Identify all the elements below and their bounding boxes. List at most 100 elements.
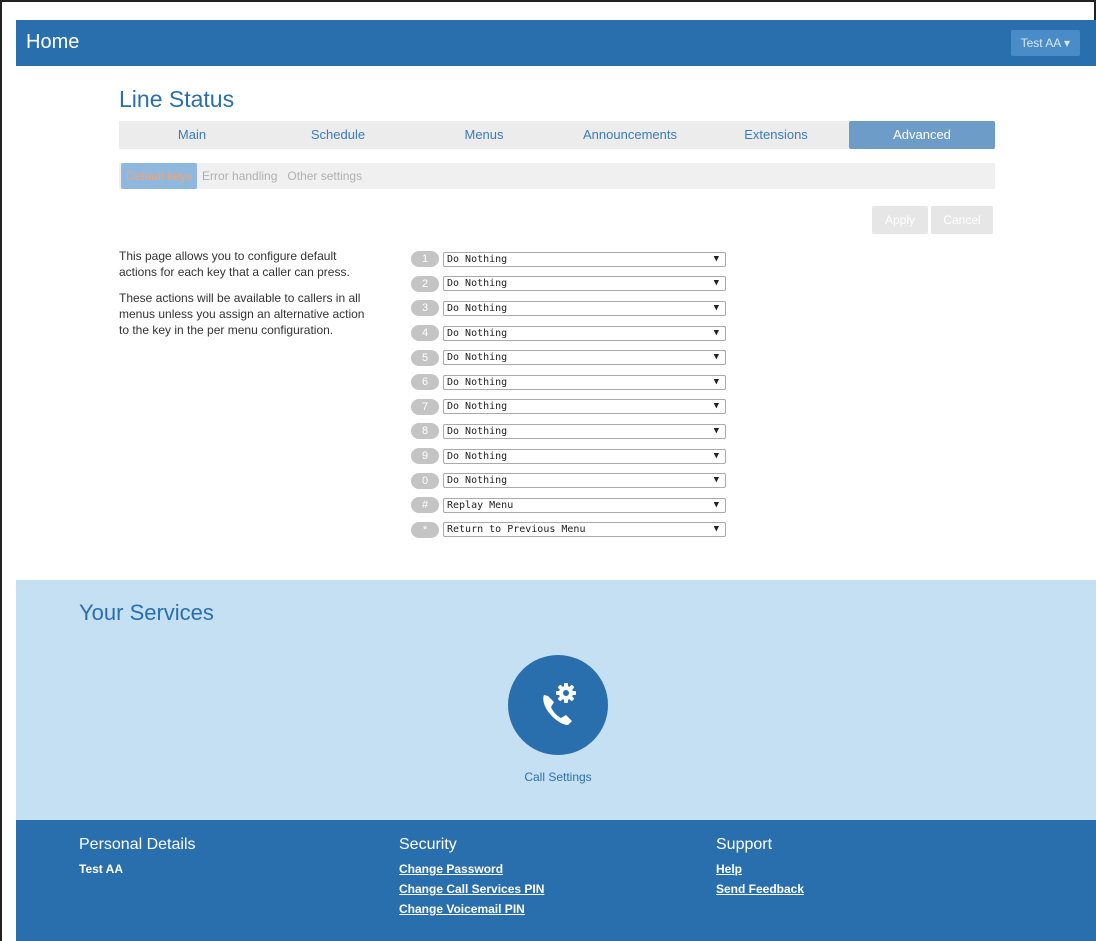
apply-button[interactable]: Apply [872, 206, 928, 234]
footer: Personal Details Test AA Security Change… [16, 820, 1096, 941]
key-action-select[interactable]: Do Nothing ▼ [443, 251, 726, 267]
footer-support: Support Help Send Feedback [716, 836, 804, 902]
subtab-bar: Default keys Error handling Other settin… [119, 163, 995, 189]
key-row: 2 Do Nothing ▼ [411, 272, 726, 297]
key-action-select[interactable]: Do Nothing ▼ [443, 448, 726, 464]
dropdown-arrow-icon: ▼ [713, 253, 719, 264]
key-badge: 4 [411, 325, 439, 342]
key-badge: 3 [411, 300, 439, 317]
subtab-error-handling[interactable]: Error handling [197, 163, 282, 189]
key-action-value: Do Nothing [447, 302, 508, 314]
user-menu-button[interactable]: Test AA ▾ [1010, 30, 1080, 56]
footer-personal-details: Personal Details Test AA [79, 836, 196, 882]
dropdown-arrow-icon: ▼ [713, 352, 719, 363]
key-action-value: Do Nothing [447, 450, 508, 462]
key-action-select[interactable]: Do Nothing ▼ [443, 473, 726, 489]
change-voicemail-pin-link[interactable]: Change Voicemail PIN [399, 902, 544, 916]
description-paragraph: This page allows you to configure defaul… [119, 249, 350, 279]
footer-heading: Personal Details [79, 836, 196, 853]
key-badge: * [411, 521, 439, 538]
key-row: 4 Do Nothing ▼ [411, 321, 726, 346]
description-paragraph: These actions will be available to calle… [119, 291, 365, 337]
services-section: Your Services Call Settings [16, 580, 1096, 820]
dropdown-arrow-icon: ▼ [713, 278, 719, 289]
key-action-value: Do Nothing [447, 475, 508, 487]
key-badge: # [411, 497, 439, 514]
key-action-value: Replay Menu [447, 499, 514, 511]
dropdown-arrow-icon: ▼ [713, 302, 719, 313]
key-row: 7 Do Nothing ▼ [411, 395, 726, 420]
key-row: 6 Do Nothing ▼ [411, 370, 726, 395]
key-badge: 8 [411, 423, 439, 440]
page-title: Line Status [119, 86, 235, 112]
key-row: 8 Do Nothing ▼ [411, 419, 726, 444]
key-badge: 2 [411, 275, 439, 292]
key-action-value: Do Nothing [447, 253, 508, 265]
key-action-select[interactable]: Do Nothing ▼ [443, 399, 726, 415]
dropdown-arrow-icon: ▼ [713, 376, 719, 387]
tab-schedule[interactable]: Schedule [265, 121, 411, 149]
footer-heading: Support [716, 836, 773, 853]
dropdown-arrow-icon: ▼ [713, 450, 719, 461]
key-row: # Replay Menu ▼ [411, 493, 726, 518]
main-content: Line Status Main Schedule Menus Announce… [16, 66, 1096, 580]
tab-menus[interactable]: Menus [411, 121, 557, 149]
dropdown-arrow-icon: ▼ [713, 499, 719, 510]
dropdown-arrow-icon: ▼ [713, 475, 719, 486]
key-badge: 6 [411, 374, 439, 391]
change-call-services-pin-link[interactable]: Change Call Services PIN [399, 882, 544, 896]
call-settings-button[interactable] [508, 655, 608, 755]
key-action-select[interactable]: Do Nothing ▼ [443, 350, 726, 366]
key-action-select[interactable]: Do Nothing ▼ [443, 276, 726, 292]
dropdown-arrow-icon: ▼ [713, 524, 719, 535]
key-action-value: Do Nothing [447, 327, 508, 339]
footer-security: Security Change Password Change Call Ser… [399, 836, 544, 922]
key-row: 9 Do Nothing ▼ [411, 444, 726, 469]
key-action-select[interactable]: Return to Previous Menu ▼ [443, 522, 726, 538]
key-row: 1 Do Nothing ▼ [411, 247, 726, 272]
key-row: 5 Do Nothing ▼ [411, 345, 726, 370]
key-action-value: Return to Previous Menu [447, 524, 586, 536]
phone-gear-icon [543, 683, 576, 725]
footer-user-name: Test AA [79, 862, 124, 876]
key-action-select[interactable]: Replay Menu ▼ [443, 497, 726, 513]
key-row: 3 Do Nothing ▼ [411, 296, 726, 321]
tab-extensions[interactable]: Extensions [703, 121, 849, 149]
key-row: 0 Do Nothing ▼ [411, 468, 726, 493]
key-badge: 5 [411, 349, 439, 366]
key-action-select[interactable]: Do Nothing ▼ [443, 325, 726, 341]
cancel-button[interactable]: Cancel [931, 206, 993, 234]
key-action-select[interactable]: Do Nothing ▼ [443, 300, 726, 316]
home-link[interactable]: Home [26, 31, 79, 54]
key-action-select[interactable]: Do Nothing ▼ [443, 423, 726, 439]
key-action-list: 1 Do Nothing ▼ 2 Do Nothing ▼ 3 Do Nothing… [411, 247, 726, 542]
key-badge: 7 [411, 398, 439, 415]
key-action-value: Do Nothing [447, 352, 508, 364]
footer-heading: Security [399, 836, 457, 853]
subtab-other-settings[interactable]: Other settings [282, 163, 367, 189]
tab-announcements[interactable]: Announcements [557, 121, 703, 149]
change-password-link[interactable]: Change Password [399, 862, 544, 876]
dropdown-arrow-icon: ▼ [713, 425, 719, 436]
key-badge: 1 [411, 251, 439, 268]
key-row: * Return to Previous Menu ▼ [411, 518, 726, 543]
send-feedback-link[interactable]: Send Feedback [716, 882, 804, 896]
subtab-default-keys[interactable]: Default keys [121, 163, 198, 189]
dropdown-arrow-icon: ▼ [713, 327, 719, 338]
help-link[interactable]: Help [716, 862, 804, 876]
key-badge: 9 [411, 448, 439, 465]
key-action-select[interactable]: Do Nothing ▼ [443, 374, 726, 390]
key-action-value: Do Nothing [447, 425, 508, 437]
dropdown-arrow-icon: ▼ [713, 401, 719, 412]
tab-advanced[interactable]: Advanced [849, 121, 995, 149]
top-navbar: Home Test AA ▾ [16, 20, 1096, 66]
key-action-value: Do Nothing [447, 376, 508, 388]
call-settings-label[interactable]: Call Settings [508, 770, 608, 784]
key-action-value: Do Nothing [447, 401, 508, 413]
tab-main[interactable]: Main [119, 121, 265, 149]
description: This page allows you to configure defaul… [119, 248, 374, 348]
services-title: Your Services [79, 600, 214, 625]
key-badge: 0 [411, 472, 439, 489]
tab-bar: Main Schedule Menus Announcements Extens… [119, 121, 995, 149]
key-action-value: Do Nothing [447, 278, 508, 290]
